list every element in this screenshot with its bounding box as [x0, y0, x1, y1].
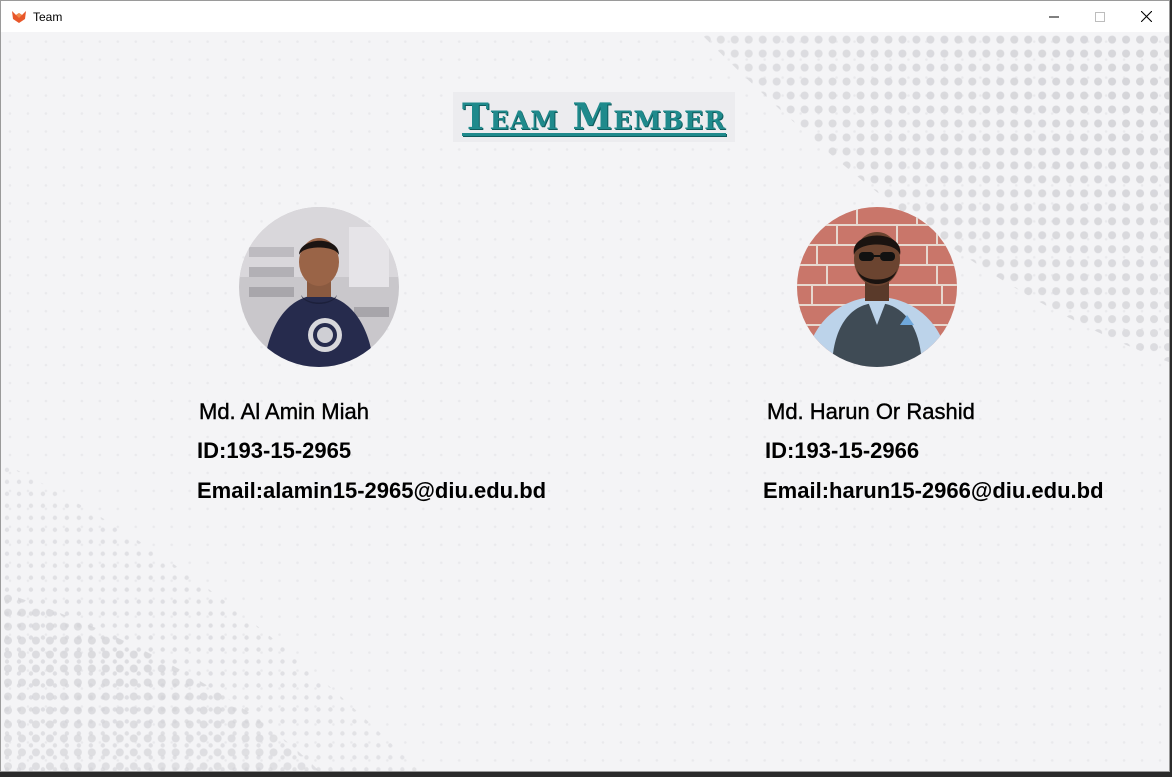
- avatar-photo-hoodie: [239, 207, 399, 367]
- maximize-icon: [1095, 11, 1105, 22]
- title-bar[interactable]: Team: [1, 1, 1169, 32]
- maximize-button[interactable]: [1077, 1, 1123, 32]
- close-button[interactable]: [1123, 1, 1169, 32]
- team-page: Team Member Md. Al Amin Miah ID:193-15-2…: [1, 32, 1169, 771]
- heading-container: Team Member: [453, 92, 735, 142]
- avatar-photo-brick-wall: [797, 207, 957, 367]
- member-2-id: ID:193-15-2966: [765, 438, 920, 463]
- member-2-name: Md. Harun Or Rashid: [767, 399, 975, 424]
- member-1-email: Email:alamin15-2965@diu.edu.bd: [197, 478, 547, 503]
- page-title: Team Member: [462, 96, 726, 138]
- close-icon: [1140, 11, 1152, 22]
- app-logo-icon: [11, 9, 27, 25]
- member-1-avatar: [239, 207, 399, 367]
- member-1-id: ID:193-15-2965: [197, 438, 352, 463]
- member-2-email: Email:harun15-2966@diu.edu.bd: [763, 478, 1104, 503]
- minimize-button[interactable]: [1031, 1, 1077, 32]
- app-window: Team Team Member Md. Al Amin Miah ID:193…: [0, 0, 1170, 772]
- dotted-wave-background: [1, 32, 1169, 771]
- minimize-icon: [1049, 16, 1059, 17]
- window-title: Team: [33, 9, 63, 24]
- member-1-name: Md. Al Amin Miah: [199, 399, 369, 424]
- member-2-avatar: [797, 207, 957, 367]
- window-controls: [1031, 1, 1169, 32]
